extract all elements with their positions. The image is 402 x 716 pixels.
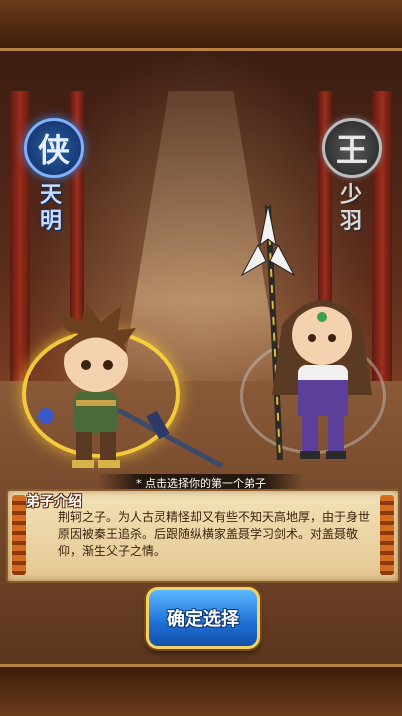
hero-badge-right[interactable]: 王 — [322, 118, 382, 178]
disciple-intro-panel: 弟子介绍 荆轲之子。为人古灵精怪却又有些不知天高地厚，由于身世原因被秦王追杀。后… — [6, 489, 400, 583]
confirm-selection-button[interactable]: 确定选择 — [146, 587, 260, 649]
hero-badge-left[interactable]: 侠 — [24, 118, 84, 178]
scroll-end — [380, 495, 394, 575]
top-frame — [0, 0, 402, 51]
bottom-frame — [0, 664, 402, 716]
hero-character-right[interactable] — [232, 205, 382, 470]
hero-character-left[interactable] — [26, 300, 226, 475]
intro-text: 荆轲之子。为人古灵精怪却又有些不知天高地厚，由于身世原因被秦王追杀。后跟随纵横家… — [58, 510, 371, 558]
hero-name-left: 天明 — [39, 182, 62, 234]
intro-title: 弟子介绍 — [26, 494, 82, 510]
scroll-end — [12, 495, 26, 575]
